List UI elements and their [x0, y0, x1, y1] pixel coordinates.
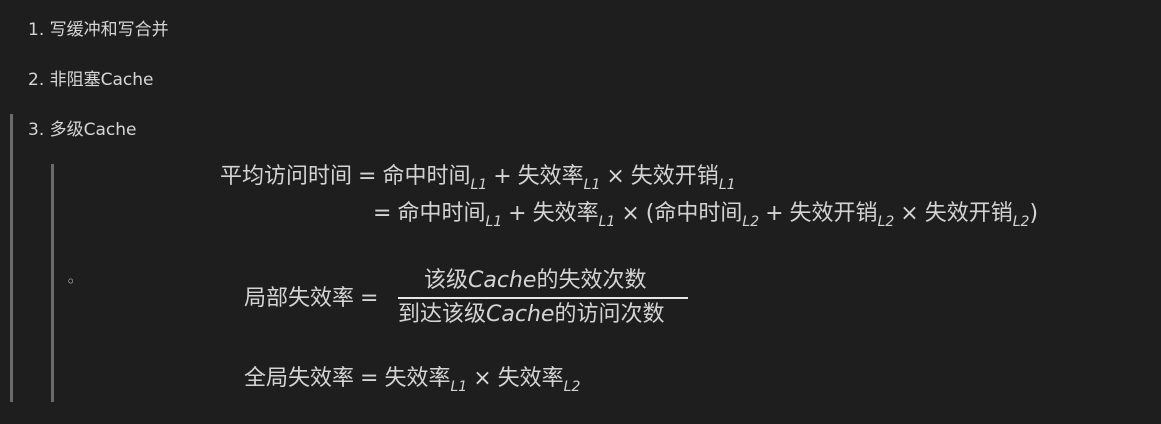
list-item-text: 非阻塞Cache — [49, 70, 154, 90]
eq1-miss-cost: 失效开销 — [924, 201, 1013, 226]
inner-indent-rule — [51, 164, 54, 402]
list-marker: 3. — [28, 120, 45, 140]
sub-l1: L1 — [485, 214, 503, 230]
times-sign: × — [621, 201, 640, 226]
list-item-1: 1. 写缓冲和写合并 — [28, 20, 169, 40]
sub-l2: L2 — [742, 214, 760, 230]
eq3-miss-rate: 失效率 — [384, 366, 451, 391]
eq3-lhs: 全局失效率 — [244, 366, 355, 391]
eq1-hit-time: 命中时间 — [397, 201, 486, 226]
times-sign: × — [900, 201, 919, 226]
eq1-miss-rate: 失效率 — [517, 164, 584, 189]
denominator-prefix: 到达该级 — [398, 302, 487, 327]
eq3-equals: = — [360, 366, 379, 391]
eq2-lhs: 局部失效率 — [244, 286, 355, 311]
eq1-miss-rate: 失效率 — [532, 201, 599, 226]
cache-term: Cache — [468, 268, 537, 293]
times-sign: × — [473, 366, 492, 391]
eq1-miss-cost: 失效开销 — [789, 201, 878, 226]
list-marker: 2. — [28, 70, 45, 90]
sub-l1: L1 — [598, 214, 616, 230]
eq1-equals: = — [358, 164, 377, 189]
sub-l1: L1 — [583, 177, 601, 193]
eq1-hit-time: 命中时间 — [382, 164, 471, 189]
eq1-lhs: 平均访问时间 — [220, 164, 353, 189]
equation-1-line-1: 平均访问时间 = 命中时间L1 + 失效率L1 × 失效开销L1 — [220, 164, 736, 198]
sub-l2: L2 — [563, 379, 581, 395]
eq2-numerator: 该级Cache的失效次数 — [424, 268, 646, 294]
equation-1-line-2: = 命中时间L1 + 失效率L1 × (命中时间L2 + 失效开销L2 × 失效开销L2) — [367, 201, 1038, 235]
equation-2-lhs: 局部失效率 = — [244, 286, 384, 312]
eq2-denominator: 到达该级Cache的访问次数 — [398, 302, 664, 328]
list-item-2: 2. 非阻塞Cache — [28, 70, 154, 90]
close-paren: ) — [1029, 201, 1039, 226]
numerator-prefix: 该级 — [424, 268, 469, 293]
fraction-bar — [398, 297, 688, 299]
times-sign: × — [606, 164, 625, 189]
eq2-equals: = — [360, 286, 379, 311]
sub-bullet-icon: ◦ — [66, 272, 76, 291]
sub-l2: L2 — [877, 214, 895, 230]
sub-l2: L2 — [1012, 214, 1030, 230]
plus-sign: + — [765, 201, 784, 226]
denominator-suffix: 的访问次数 — [554, 302, 665, 327]
plus-sign: + — [493, 164, 512, 189]
list-marker: 1. — [28, 20, 45, 40]
numerator-suffix: 的失效次数 — [536, 268, 647, 293]
plus-sign: + — [508, 201, 527, 226]
outer-indent-rule — [10, 114, 13, 402]
document-page: 1. 写缓冲和写合并 2. 非阻塞Cache 3. 多级Cache ◦ 平均访问… — [0, 0, 1161, 424]
equation-3: 全局失效率 = 失效率L1 × 失效率L2 — [244, 366, 580, 400]
sub-l1: L1 — [450, 379, 468, 395]
cache-term: Cache — [486, 302, 555, 327]
eq3-miss-rate: 失效率 — [497, 366, 564, 391]
list-item-text: 多级Cache — [49, 120, 137, 140]
sub-l1: L1 — [470, 177, 488, 193]
list-item-text: 写缓冲和写合并 — [49, 20, 169, 40]
eq1-hit-time: 命中时间 — [654, 201, 743, 226]
sub-l1: L1 — [718, 177, 736, 193]
eq1-equals: = — [373, 201, 392, 226]
list-item-3: 3. 多级Cache — [28, 120, 137, 140]
eq1-miss-cost: 失效开销 — [630, 164, 719, 189]
